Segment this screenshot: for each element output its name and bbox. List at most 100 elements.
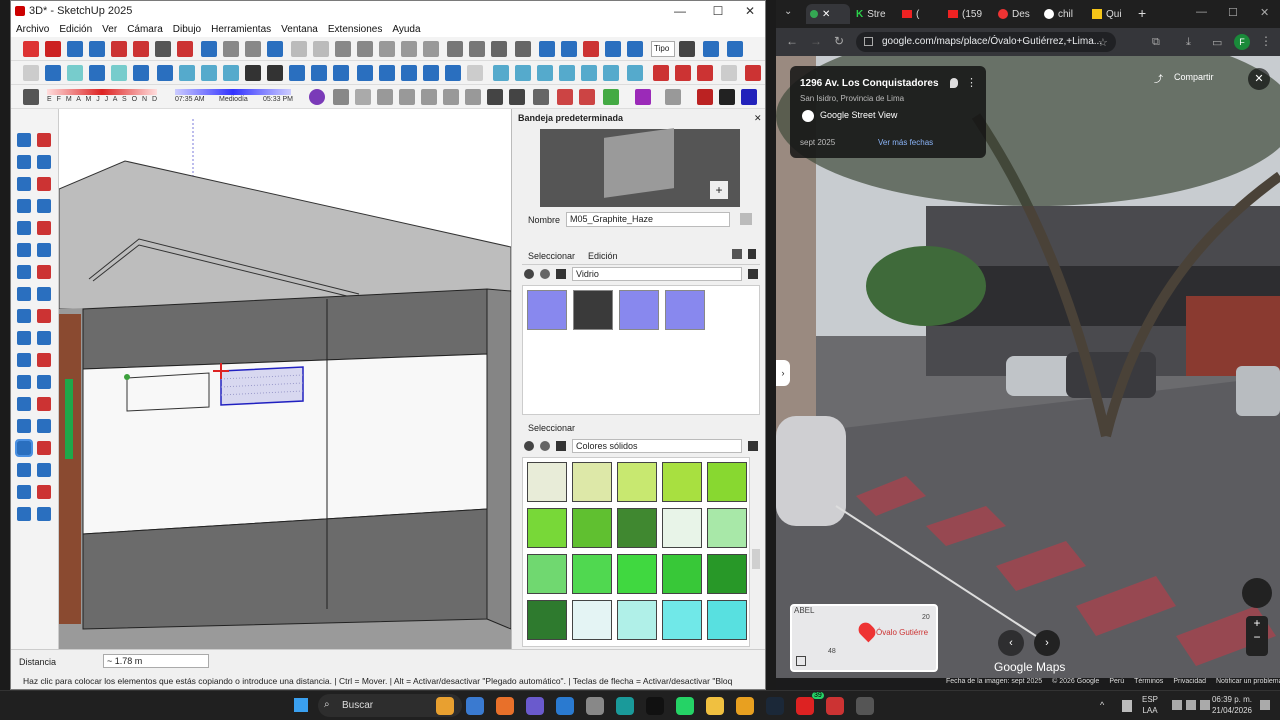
steam-icon[interactable] [766, 697, 784, 715]
close-button[interactable]: ✕ [1260, 6, 1269, 19]
solid-color-swatch[interactable] [617, 554, 657, 594]
menu-extensiones[interactable]: Extensiones [323, 24, 387, 35]
minimize-button[interactable]: — [663, 1, 697, 21]
forward-icon[interactable] [540, 269, 550, 279]
close-street-view-button[interactable]: ✕ [1248, 68, 1270, 90]
active-tab[interactable]: ✕ [806, 4, 850, 24]
edge-folder-icon[interactable] [466, 697, 484, 715]
copy-icon[interactable] [379, 41, 395, 57]
create-material-button[interactable]: + [710, 181, 728, 199]
settings-app-icon[interactable] [586, 697, 604, 715]
shaded-icon[interactable] [157, 65, 173, 81]
pin-kebab-icon[interactable]: ⋮ [966, 76, 977, 90]
text-icon[interactable] [37, 353, 51, 367]
zoom-icon[interactable] [67, 41, 83, 57]
explorer-icon[interactable] [706, 697, 724, 715]
tab-edit[interactable]: Edición [588, 251, 618, 261]
home-icon[interactable] [556, 269, 566, 279]
box-icon[interactable] [357, 65, 373, 81]
move-icon[interactable] [17, 287, 31, 301]
footer-report[interactable]: Notificar un problema [1216, 678, 1280, 690]
language-indicator[interactable]: ESP LAA [1142, 694, 1158, 716]
chrome-icon[interactable] [736, 697, 754, 715]
tab-7[interactable]: Qui [1092, 4, 1122, 24]
walk-icon[interactable] [133, 41, 149, 57]
position-camera-icon[interactable] [17, 485, 31, 499]
minimize-button[interactable]: — [1196, 6, 1207, 18]
shield-icon[interactable] [557, 89, 573, 105]
wifi-icon[interactable] [1172, 700, 1182, 710]
solid-subtract-icon[interactable] [515, 65, 531, 81]
rect-icon[interactable] [467, 65, 483, 81]
move-tool-icon[interactable] [23, 41, 39, 57]
solid-color-swatch[interactable] [572, 554, 612, 594]
month-slider[interactable] [47, 89, 157, 95]
glass-material-swatch[interactable] [619, 290, 659, 330]
tiktok-icon[interactable] [646, 697, 664, 715]
glass-material-swatch[interactable] [665, 290, 705, 330]
solid-color-swatch[interactable] [707, 554, 747, 594]
house-icon[interactable] [379, 65, 395, 81]
walk-icon[interactable] [37, 397, 51, 411]
share-button[interactable]: ⤴ Compartir [1154, 70, 1240, 88]
scissors-icon[interactable] [703, 41, 719, 57]
video-icon[interactable] [377, 89, 393, 105]
solid-color-swatch[interactable] [617, 600, 657, 640]
zoom-extents-icon[interactable] [111, 41, 127, 57]
outer-shell-icon[interactable] [603, 65, 619, 81]
solid-split-icon[interactable] [581, 65, 597, 81]
solid-color-swatch[interactable] [707, 600, 747, 640]
menu-camara[interactable]: Cámara [122, 24, 168, 35]
solid-intersect-icon[interactable] [537, 65, 553, 81]
maximize-button[interactable]: ☐ [701, 1, 735, 21]
menu-ventana[interactable]: Ventana [276, 24, 323, 35]
menu-archivo[interactable]: Archivo [11, 24, 54, 35]
menu-ayuda[interactable]: Ayuda [387, 24, 425, 35]
zoom-extents-icon[interactable] [37, 441, 51, 455]
bookmark-star-icon[interactable]: ☆ [1098, 36, 1108, 49]
tag-dropdown[interactable]: Tipo [651, 41, 675, 57]
display-sections-icon[interactable] [721, 65, 737, 81]
home-icon-2[interactable] [556, 441, 566, 451]
offset-icon[interactable] [37, 287, 51, 301]
expand-panel-button[interactable]: › [776, 360, 790, 386]
position-camera-icon[interactable] [177, 41, 193, 57]
left-view-icon[interactable] [311, 65, 327, 81]
scale-icon[interactable] [37, 309, 51, 323]
red-cube-icon[interactable] [697, 89, 713, 105]
menu-edicion[interactable]: Edición [54, 24, 97, 35]
download-icon[interactable]: ⤓ [1186, 36, 1191, 49]
leaf-icon[interactable] [603, 89, 619, 105]
zoom-icon[interactable] [15, 439, 33, 457]
section-fill-icon[interactable] [675, 65, 691, 81]
notification-icon[interactable] [1260, 700, 1270, 710]
monochrome-icon[interactable] [201, 65, 217, 81]
settings-gear-icon[interactable] [487, 89, 503, 105]
new-file-icon[interactable] [291, 41, 307, 57]
previous-button[interactable]: ‹ [998, 630, 1024, 656]
solid-color-swatch[interactable] [707, 462, 747, 502]
zoom-controls[interactable]: + − [1246, 616, 1268, 656]
freehand-icon[interactable] [37, 177, 51, 191]
right-view-icon[interactable] [267, 65, 283, 81]
section-icon[interactable] [17, 397, 31, 411]
library-dropdown-solid[interactable]: Colores sólidos [572, 439, 742, 453]
menu-kebab-icon[interactable]: ⋮ [1260, 34, 1272, 48]
erase-icon[interactable] [423, 41, 439, 57]
cut-icon[interactable] [357, 41, 373, 57]
open-file-icon[interactable] [313, 41, 329, 57]
rotated-rect-icon[interactable] [37, 199, 51, 213]
street-view-link[interactable]: Google Street View [802, 108, 980, 124]
firefox-icon[interactable] [496, 697, 514, 715]
previous-icon[interactable] [17, 463, 31, 477]
eyedropper-icon[interactable] [732, 249, 742, 259]
maximize-button[interactable]: ☐ [1228, 6, 1238, 19]
follow-me-icon[interactable] [37, 265, 51, 279]
undo-icon[interactable] [447, 41, 463, 57]
solid-color-swatch[interactable] [662, 554, 702, 594]
back-arrow-icon[interactable]: ← [786, 34, 798, 48]
back-view-icon[interactable] [289, 65, 305, 81]
sketchup-icon[interactable] [826, 697, 844, 715]
solid-color-swatch[interactable] [707, 508, 747, 548]
protractor-icon[interactable] [37, 331, 51, 345]
